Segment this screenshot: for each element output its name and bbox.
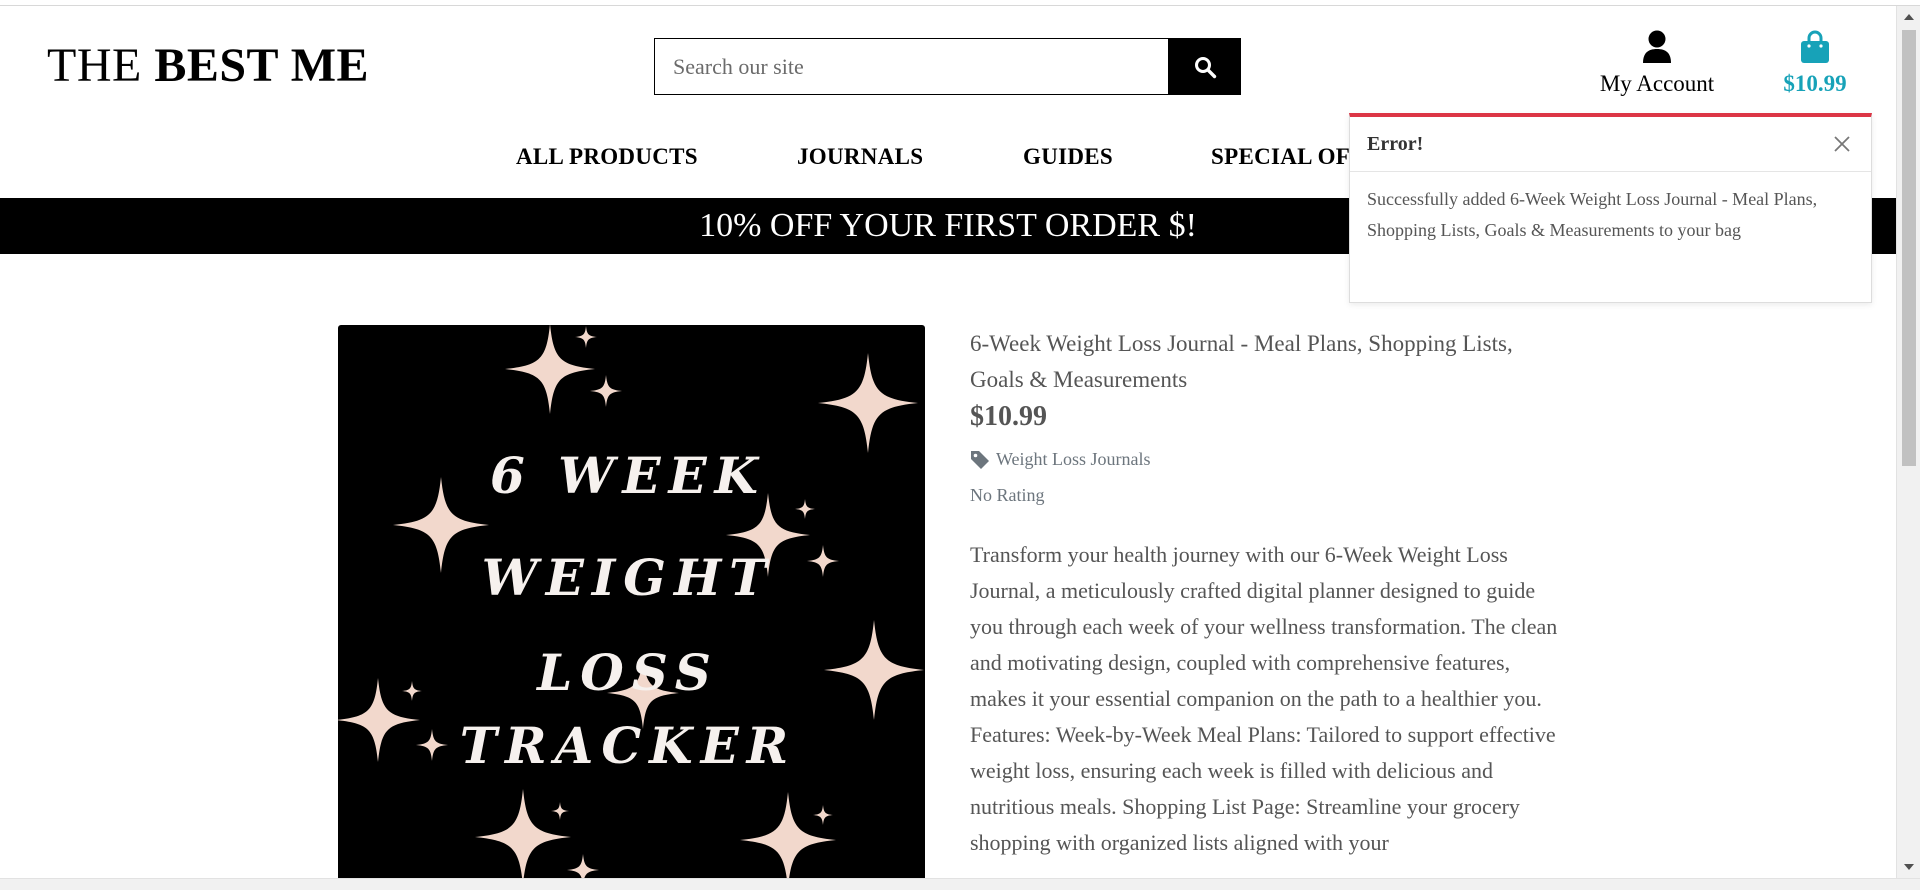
logo-bold: BEST ME [154, 39, 370, 92]
chevron-down-icon [1904, 864, 1914, 870]
scroll-up-button[interactable] [1897, 6, 1920, 28]
scrollbar-thumb[interactable] [1902, 30, 1916, 466]
shopping-bag-link[interactable]: $10.99 [1770, 30, 1860, 97]
site-logo[interactable]: THE BEST ME [47, 38, 369, 93]
scroll-down-button[interactable] [1897, 856, 1920, 878]
my-account-link[interactable]: My Account [1597, 30, 1717, 97]
nav-guides[interactable]: GUIDES [1023, 144, 1113, 170]
nav-all-products[interactable]: ALL PRODUCTS [516, 144, 698, 170]
shopping-bag-icon [1801, 30, 1829, 63]
sparkle-icon [818, 353, 918, 453]
artwork-line-4: TRACKER [460, 716, 796, 775]
toast-close-button[interactable] [1830, 132, 1854, 156]
search-input[interactable] [654, 38, 1168, 95]
close-icon [1834, 136, 1850, 152]
user-icon [1643, 30, 1671, 63]
toast-header: Error! [1350, 117, 1871, 172]
search-icon [1194, 56, 1216, 78]
search-button[interactable] [1168, 38, 1241, 95]
sparkle-icon [402, 681, 422, 701]
artwork-line-3: LOSS [535, 643, 719, 702]
sparkle-icon [393, 477, 489, 573]
product-description: Transform your health journey with our 6… [970, 542, 1558, 855]
nav-special-offers[interactable]: SPECIAL OF [1211, 144, 1350, 170]
sparkle-icon [475, 789, 571, 885]
logo-prefix: THE [47, 39, 142, 92]
toast-message: Successfully added 6-Week Weight Loss Jo… [1367, 189, 1818, 240]
artwork-line-2: WEIGHT [482, 548, 775, 607]
bag-total: $10.99 [1783, 71, 1847, 96]
toast-title: Error! [1367, 132, 1424, 155]
sparkle-icon [795, 499, 815, 519]
sparkle-icon [740, 792, 836, 888]
sparkle-icon [575, 326, 597, 348]
search-form [654, 38, 1241, 95]
product-rating: No Rating [970, 485, 1045, 505]
tag-icon [971, 450, 989, 469]
artwork-line-1: 6 WEEK [490, 446, 766, 505]
sparkle-icon [416, 729, 448, 761]
chevron-up-icon [1904, 14, 1914, 20]
nav-journals[interactable]: JOURNALS [797, 144, 923, 170]
product-image: 6 WEEK WEIGHT LOSS TRACKER [338, 325, 925, 890]
sparkle-icon [551, 802, 569, 820]
sparkle-icon [824, 620, 924, 720]
error-toast: Error! Successfully added 6-Week Weight … [1349, 113, 1872, 303]
horizontal-scrollbar[interactable] [0, 878, 1920, 890]
category-label: Weight Loss Journals [996, 449, 1151, 469]
product-artwork: 6 WEEK WEIGHT LOSS TRACKER [338, 325, 924, 888]
sparkle-icon [590, 375, 622, 407]
product-category-link[interactable]: Weight Loss Journals [970, 449, 1151, 470]
sparkle-icon [807, 545, 839, 577]
account-label: My Account [1599, 71, 1715, 96]
vertical-scrollbar[interactable] [1896, 6, 1920, 878]
browser-top-edge [0, 0, 1920, 6]
product-price: $10.99 [970, 401, 1047, 432]
product-title: 6-Week Weight Loss Journal - Meal Plans,… [970, 331, 1513, 392]
sparkle-icon [813, 805, 833, 825]
